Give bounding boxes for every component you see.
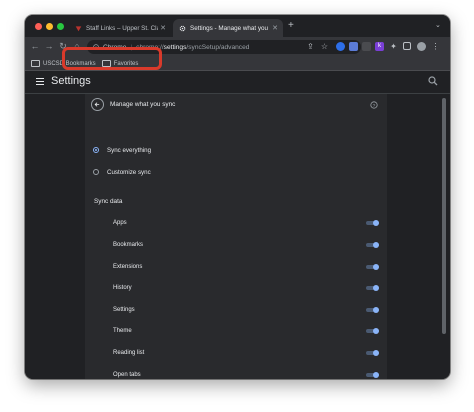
customize-sync-option[interactable]: Customize sync (93, 166, 151, 178)
back-arrow-icon[interactable]: ← (29, 41, 41, 51)
scrollbar[interactable] (442, 98, 446, 334)
toggle-switch[interactable] (366, 264, 379, 270)
annotation-highlight (62, 47, 162, 70)
folder-icon (31, 60, 40, 67)
card-title: Manage what you sync (110, 101, 176, 108)
svg-text:?: ? (373, 103, 376, 109)
sync-item-settings: Settings (113, 304, 379, 316)
section-label: Sync data (94, 198, 123, 205)
sync-item-open-tabs: Open tabs (113, 369, 379, 379)
toggle-switch[interactable] (366, 242, 379, 248)
tab-title: Staff Links – Upper St. Clair S (86, 24, 158, 32)
settings-header: Settings (25, 71, 450, 94)
share-icon[interactable]: ⇪ (306, 42, 315, 51)
help-icon[interactable]: ? (370, 101, 378, 109)
back-arrow-icon[interactable] (91, 98, 104, 111)
page-title: Settings (51, 75, 91, 87)
radio-button[interactable] (93, 169, 99, 175)
tab-settings[interactable]: Settings - Manage what you s ✕ (173, 19, 283, 37)
forward-arrow-icon[interactable]: → (43, 41, 55, 51)
radio-button[interactable] (93, 147, 99, 153)
radio-label: Sync everything (107, 146, 152, 154)
zoom-window-button[interactable] (57, 23, 64, 30)
extension-icon[interactable]: k (375, 42, 384, 51)
bookmark-star-icon[interactable]: ☆ (320, 42, 329, 51)
sync-item-theme: Theme (113, 325, 379, 337)
tab-search-chevron-icon[interactable]: ⌄ (435, 21, 441, 29)
side-panel-icon[interactable] (403, 42, 411, 50)
sync-item-history: History (113, 282, 379, 294)
toggle-switch[interactable] (366, 285, 379, 291)
close-tab-icon[interactable]: ✕ (158, 24, 168, 32)
tab-title: Settings - Manage what you s (190, 24, 270, 32)
toggle-switch[interactable] (366, 220, 379, 226)
tab-strip: Staff Links – Upper St. Clair S ✕ Settin… (25, 15, 450, 37)
sync-item-apps: Apps (113, 217, 379, 229)
sync-item-reading-list: Reading list (113, 347, 379, 359)
close-tab-icon[interactable]: ✕ (270, 24, 280, 32)
minimize-window-button[interactable] (46, 23, 53, 30)
settings-content: Manage what you sync ? Sync everything C… (25, 94, 450, 379)
new-tab-button[interactable]: + (288, 20, 294, 31)
tab-staff-links[interactable]: Staff Links – Upper St. Clair S ✕ (69, 19, 171, 37)
toggle-switch[interactable] (366, 350, 379, 356)
sync-item-extensions: Extensions (113, 261, 379, 273)
search-icon[interactable] (428, 76, 438, 86)
sync-item-bookmarks: Bookmarks (113, 239, 379, 251)
sync-everything-option[interactable]: Sync everything (93, 144, 151, 156)
gear-icon (179, 25, 186, 31)
avatar[interactable] (417, 42, 426, 51)
toggle-switch[interactable] (366, 307, 379, 313)
menu-icon[interactable] (36, 78, 44, 85)
toggle-switch[interactable] (366, 328, 379, 334)
more-menu-icon[interactable]: ⋮ (431, 42, 440, 51)
school-logo-icon (75, 25, 82, 31)
sync-settings-card: Manage what you sync ? Sync everything C… (85, 94, 387, 379)
puzzle-icon[interactable]: ✦ (389, 42, 398, 51)
extension-icon[interactable] (349, 42, 358, 51)
extension-icon[interactable] (362, 42, 371, 51)
extension-icon[interactable] (336, 42, 345, 51)
close-window-button[interactable] (35, 23, 42, 30)
radio-label: Customize sync (107, 168, 151, 176)
toggle-switch[interactable] (366, 372, 379, 378)
